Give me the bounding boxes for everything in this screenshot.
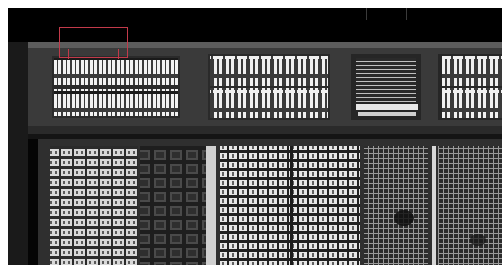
selection-tick xyxy=(68,49,69,59)
cell-array xyxy=(140,146,206,265)
mesh-array xyxy=(364,146,428,265)
image-frame xyxy=(0,0,502,265)
micrograph-viewport[interactable] xyxy=(8,8,502,265)
cell-array xyxy=(50,146,138,265)
mesh-array xyxy=(438,146,502,265)
selection-tick xyxy=(118,49,119,59)
